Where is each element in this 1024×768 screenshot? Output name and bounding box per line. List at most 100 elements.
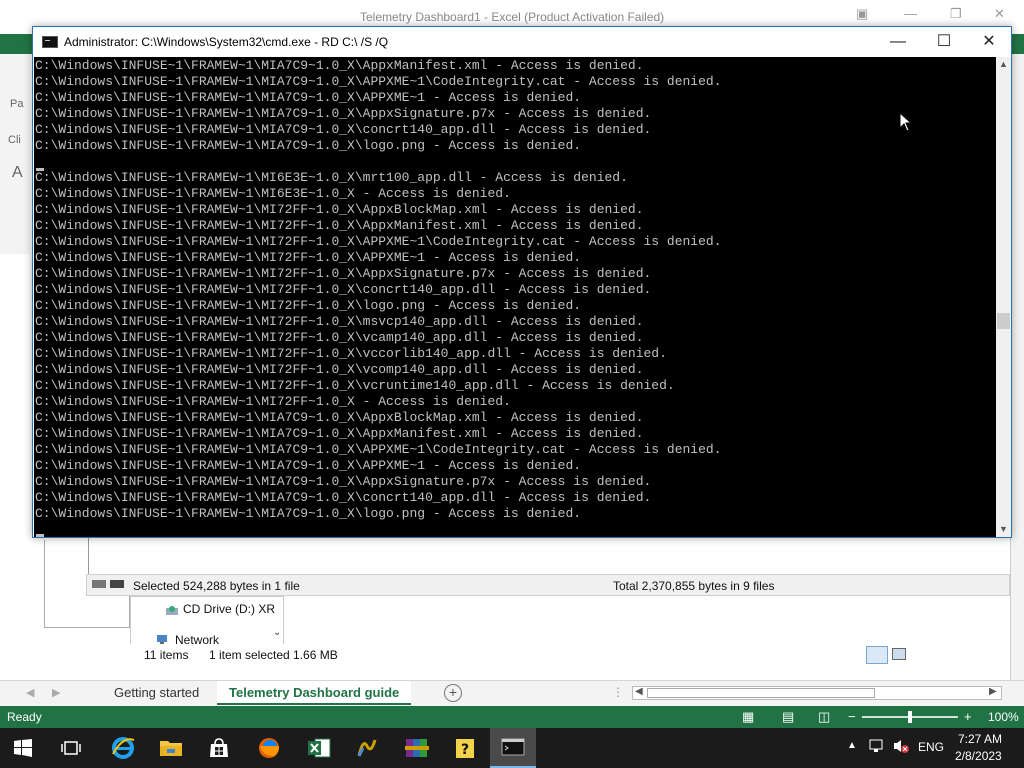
zoom-level[interactable]: 100% <box>988 710 1019 724</box>
console-line: C:\Windows\INFUSE~1\FRAMEW~1\MI72FF~1.0_… <box>35 346 667 361</box>
details-view-icon[interactable] <box>866 646 888 664</box>
console-line: C:\Windows\INFUSE~1\FRAMEW~1\MI72FF~1.0_… <box>35 378 675 393</box>
console-line: C:\Windows\INFUSE~1\FRAMEW~1\MIA7C9~1.0_… <box>35 106 652 121</box>
explorer-status-bar: 11 items 1 item selected 1.66 MB <box>130 644 914 666</box>
language-indicator[interactable]: ENG <box>918 740 944 754</box>
console-line: C:\Windows\INFUSE~1\FRAMEW~1\MIA7C9~1.0_… <box>35 58 644 73</box>
console-line: C:\Windows\INFUSE~1\FRAMEW~1\MI72FF~1.0_… <box>35 362 644 377</box>
total-bytes-text: Total 2,370,855 bytes in 9 files <box>613 579 775 593</box>
store-icon[interactable] <box>196 728 242 768</box>
status-ready-text: Ready <box>7 710 42 724</box>
sheet-tab-bar: ◀ ▶ Getting started Telemetry Dashboard … <box>0 680 1024 706</box>
excel-ribbon-left: Pa Cli A <box>0 54 30 254</box>
cd-drive-icon <box>165 603 179 621</box>
scroll-left-icon[interactable]: ◀ <box>635 686 643 697</box>
console-line: C:\Windows\INFUSE~1\FRAMEW~1\MI72FF~1.0_… <box>35 234 722 249</box>
help-icon[interactable]: ? <box>442 728 488 768</box>
zoom-slider-knob[interactable] <box>908 711 912 723</box>
volume-muted-icon[interactable] <box>892 738 910 757</box>
cmd-taskbar-icon[interactable] <box>490 728 536 768</box>
file-explorer-icon[interactable] <box>148 728 194 768</box>
excel-minimize-button[interactable]: — <box>904 6 917 21</box>
console-cursor-bottom <box>36 534 44 537</box>
ribbon-display-icon[interactable]: ▣ <box>856 6 868 22</box>
svg-text:?: ? <box>461 742 469 758</box>
excel-window-title: Telemetry Dashboard1 - Excel (Product Ac… <box>360 10 665 24</box>
console-line: C:\Windows\INFUSE~1\FRAMEW~1\MIA7C9~1.0_… <box>35 426 644 441</box>
drive-icon <box>91 578 127 593</box>
network-tray-icon[interactable] <box>868 738 886 757</box>
large-icons-view-icon[interactable] <box>892 648 906 660</box>
console-line: C:\Windows\INFUSE~1\FRAMEW~1\MIA7C9~1.0_… <box>35 122 652 137</box>
mouse-pointer-icon <box>899 112 913 132</box>
console-line: C:\Windows\INFUSE~1\FRAMEW~1\MIA7C9~1.0_… <box>35 74 722 89</box>
explorer-content <box>88 536 1010 574</box>
zoom-in-icon[interactable]: + <box>964 709 972 724</box>
tree-scroll-down-icon[interactable]: ⌄ <box>273 627 281 638</box>
cmd-window-title: Administrator: C:\Windows\System32\cmd.e… <box>64 35 389 49</box>
cmd-minimize-button[interactable]: — <box>875 27 921 57</box>
excel-close-button[interactable]: ✕ <box>994 6 1005 22</box>
internet-explorer-icon[interactable] <box>100 728 146 768</box>
cmd-window: Administrator: C:\Windows\System32\cmd.e… <box>32 26 1012 538</box>
firefox-icon[interactable] <box>246 728 292 768</box>
winrar-icon[interactable] <box>394 728 440 768</box>
paste-label: Pa <box>10 98 24 110</box>
clipboard-label: Cli <box>8 134 21 146</box>
console-cursor <box>36 168 44 171</box>
console-line: C:\Windows\INFUSE~1\FRAMEW~1\MI72FF~1.0_… <box>35 250 582 265</box>
console-line: C:\Windows\INFUSE~1\FRAMEW~1\MI72FF~1.0_… <box>35 298 582 313</box>
normal-view-icon[interactable]: ▦ <box>742 709 754 725</box>
winscp-icon[interactable] <box>344 728 390 768</box>
tab-getting-started[interactable]: Getting started <box>102 681 211 705</box>
cmd-titlebar[interactable]: Administrator: C:\Windows\System32\cmd.e… <box>33 27 1011 57</box>
clock-time[interactable]: 7:27 AM <box>958 732 1002 746</box>
scroll-up-icon[interactable]: ▲ <box>996 57 1011 72</box>
item-selected-text: 1 item selected 1.66 MB <box>209 648 338 662</box>
cmd-icon[interactable] <box>42 36 58 48</box>
scroll-down-icon[interactable]: ▼ <box>996 522 1011 537</box>
cmd-vertical-scrollbar[interactable]: ▲ ▼ <box>996 57 1011 537</box>
sheet-prev-icon[interactable]: ◀ <box>26 686 34 699</box>
add-sheet-button[interactable]: + <box>444 684 462 702</box>
zoom-slider[interactable] <box>862 711 958 723</box>
scroll-right-icon[interactable]: ▶ <box>989 686 997 697</box>
start-icon[interactable] <box>0 728 46 768</box>
console-line: C:\Windows\INFUSE~1\FRAMEW~1\MI72FF~1.0_… <box>35 202 644 217</box>
excel-restore-button[interactable]: ❐ <box>950 6 962 22</box>
excel-vertical-scroll[interactable] <box>1010 54 1024 680</box>
console-line: C:\Windows\INFUSE~1\FRAMEW~1\MIA7C9~1.0_… <box>35 138 582 153</box>
tray-overflow-icon[interactable]: ▲ <box>847 740 857 751</box>
clock-date[interactable]: 2/8/2023 <box>955 749 1002 763</box>
horizontal-scroll-thumb[interactable] <box>647 688 875 698</box>
console-line: C:\Windows\INFUSE~1\FRAMEW~1\MIA7C9~1.0_… <box>35 90 582 105</box>
tab-telemetry-dashboard-guide[interactable]: Telemetry Dashboard guide <box>217 681 412 705</box>
console-line: C:\Windows\INFUSE~1\FRAMEW~1\MI6E3E~1.0_… <box>35 170 628 185</box>
console-line: C:\Windows\INFUSE~1\FRAMEW~1\MI6E3E~1.0_… <box>35 186 511 201</box>
excel-icon[interactable] <box>296 728 342 768</box>
font-label: A <box>12 164 23 181</box>
taskbar: ? ▲ ENG 7:27 AM 2/8/2023 <box>0 728 1024 768</box>
console-line: C:\Windows\INFUSE~1\FRAMEW~1\MIA7C9~1.0_… <box>35 410 644 425</box>
console-line: C:\Windows\INFUSE~1\FRAMEW~1\MIA7C9~1.0_… <box>35 490 652 505</box>
sheet-next-icon[interactable]: ▶ <box>52 686 60 699</box>
tree-item-cd-drive[interactable]: CD Drive (D:) XR <box>183 602 275 616</box>
console-line: C:\Windows\INFUSE~1\FRAMEW~1\MIA7C9~1.0_… <box>35 506 582 521</box>
task-view-icon[interactable] <box>48 728 94 768</box>
console-line: C:\Windows\INFUSE~1\FRAMEW~1\MI72FF~1.0_… <box>35 330 644 345</box>
excel-status-bar: Ready ▦ ▤ ◫ − + 100% <box>0 706 1024 728</box>
page-layout-icon[interactable]: ▤ <box>782 709 794 725</box>
horizontal-scrollbar[interactable]: ◀ ▶ <box>632 686 1002 700</box>
console-line: C:\Windows\INFUSE~1\FRAMEW~1\MI72FF~1.0_… <box>35 314 644 329</box>
cmd-close-button[interactable]: ✕ <box>966 27 1012 57</box>
tab-splitter-icon[interactable]: ⋮ <box>612 685 624 699</box>
cmd-console-output[interactable]: C:\Windows\INFUSE~1\FRAMEW~1\MIA7C9~1.0_… <box>34 57 996 537</box>
cmd-scroll-thumb[interactable] <box>997 313 1010 329</box>
cmd-maximize-button[interactable]: ☐ <box>921 27 967 57</box>
console-line: C:\Windows\INFUSE~1\FRAMEW~1\MI72FF~1.0_… <box>35 266 652 281</box>
page-break-icon[interactable]: ◫ <box>818 709 830 725</box>
console-line: C:\Windows\INFUSE~1\FRAMEW~1\MIA7C9~1.0_… <box>35 442 722 457</box>
zoom-out-icon[interactable]: − <box>848 709 856 724</box>
console-line: C:\Windows\INFUSE~1\FRAMEW~1\MIA7C9~1.0_… <box>35 458 582 473</box>
